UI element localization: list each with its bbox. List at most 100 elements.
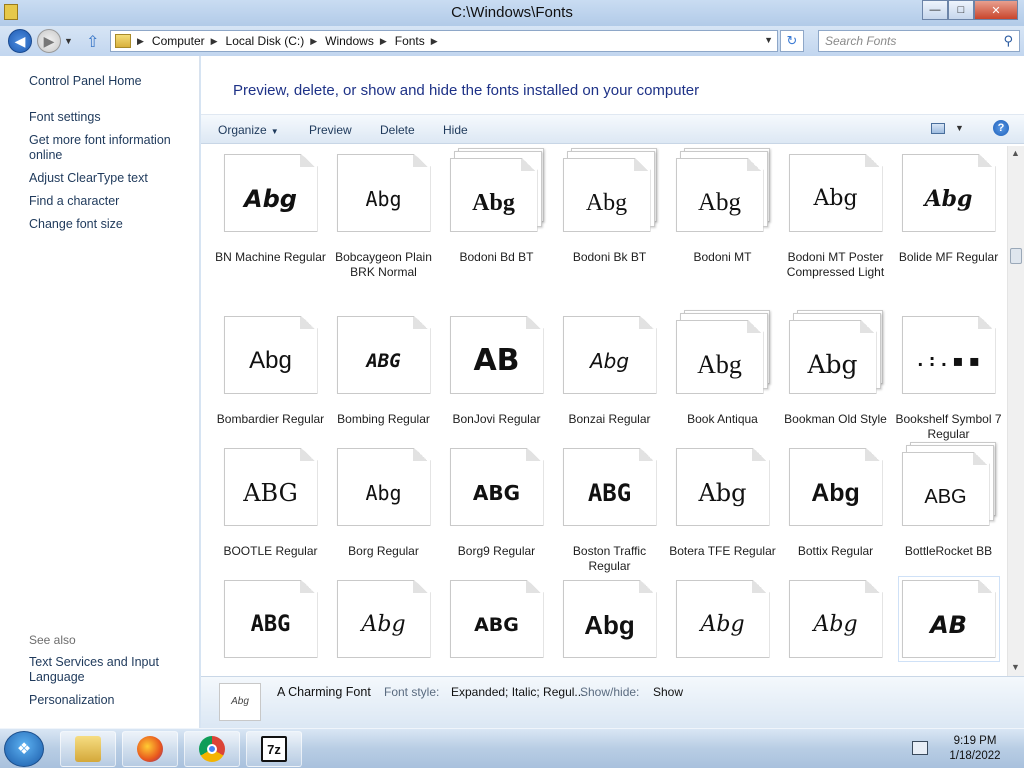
font-name-label: Bobcaygeon Plain BRK Normal bbox=[335, 250, 432, 279]
forward-button[interactable]: ▶ bbox=[37, 29, 61, 53]
font-tile[interactable]: Abg Book Antiqua bbox=[666, 310, 779, 427]
change-view-icon[interactable] bbox=[931, 123, 945, 134]
control-panel-home-link[interactable]: Control Panel Home bbox=[29, 74, 189, 89]
font-tile[interactable]: AbgBrandish bbox=[553, 580, 666, 676]
show-hide-label: Show/hide: bbox=[580, 685, 640, 699]
font-page-icon: Abg bbox=[336, 580, 431, 658]
font-page-icon: Abg bbox=[675, 580, 770, 658]
font-sample-text: Abg bbox=[584, 610, 635, 640]
font-tile[interactable]: AB BonJovi Regular bbox=[440, 316, 553, 427]
breadcrumb-separator[interactable]: ▶ bbox=[380, 36, 387, 47]
scroll-up-arrow[interactable]: ▲ bbox=[1011, 148, 1020, 158]
font-name-label: Book Antiqua bbox=[687, 412, 758, 426]
font-tile[interactable]: Abg Bonzai Regular bbox=[553, 316, 666, 427]
organize-button[interactable]: Organize ▼ bbox=[218, 123, 279, 137]
breadcrumb-separator[interactable]: ▶ bbox=[431, 36, 438, 47]
taskbar-7zip[interactable]: 7z bbox=[246, 731, 302, 767]
vertical-scrollbar[interactable]: ▲ ▼ bbox=[1007, 146, 1024, 676]
close-button[interactable]: ✕ bbox=[974, 0, 1018, 20]
font-tile[interactable]: . : . ▪ ▪ Bookshelf Symbol 7 Regular bbox=[892, 316, 1005, 442]
help-icon[interactable]: ? bbox=[993, 120, 1009, 136]
breadcrumb-computer[interactable]: Computer bbox=[152, 34, 205, 48]
font-tile[interactable]: ABGBOXING Regul... bbox=[214, 580, 327, 676]
font-name-label: Bolide MF Regular bbox=[898, 250, 999, 264]
maximize-button[interactable]: □ bbox=[948, 0, 974, 20]
font-tile[interactable]: ABBrawl Regul... bbox=[892, 576, 1005, 676]
font-tile[interactable]: Abg Bodoni MT Poster Compressed Light bbox=[779, 154, 892, 280]
breadcrumb-separator[interactable]: ▶ bbox=[137, 36, 144, 47]
breadcrumb-local-disk[interactable]: Local Disk (C:) bbox=[226, 34, 305, 48]
personalization-link[interactable]: Personalization bbox=[29, 693, 189, 708]
font-tile[interactable]: ABG Bombing Regular bbox=[327, 316, 440, 427]
breadcrumb-separator[interactable]: ▶ bbox=[310, 36, 317, 47]
recent-pages-dropdown[interactable]: ▼ bbox=[64, 36, 73, 46]
font-tile[interactable]: Abg Borg Regular bbox=[327, 448, 440, 559]
up-arrow-icon[interactable]: ⇧ bbox=[86, 32, 99, 52]
start-button[interactable]: ❖ bbox=[4, 731, 44, 767]
breadcrumb[interactable]: ▶ Computer ▶ Local Disk (C:) ▶ Windows ▶… bbox=[110, 30, 778, 52]
font-tile[interactable]: Abg Bodoni Bk BT bbox=[553, 148, 666, 265]
scroll-down-arrow[interactable]: ▼ bbox=[1011, 662, 1020, 672]
font-sample-text: Abg bbox=[813, 612, 858, 637]
scroll-thumb[interactable] bbox=[1010, 248, 1022, 264]
font-sample-text: ABG bbox=[474, 614, 519, 636]
address-dropdown[interactable]: ▼ bbox=[764, 35, 773, 45]
breadcrumb-fonts[interactable]: Fonts bbox=[395, 34, 425, 48]
font-tile[interactable]: ABG Boston Traffic Regular bbox=[553, 448, 666, 574]
back-button[interactable]: ◀ bbox=[8, 29, 32, 53]
taskbar-firefox[interactable] bbox=[122, 731, 178, 767]
font-tile[interactable]: AbgBradley Hand ITC bbox=[327, 580, 440, 676]
font-tile[interactable]: ABGBrady Bunch bbox=[440, 580, 553, 676]
hide-button[interactable]: Hide bbox=[443, 123, 468, 137]
font-tile[interactable]: ABG BottleRocket BB bbox=[892, 442, 1005, 559]
font-page-icon: Abg bbox=[562, 158, 651, 232]
font-sample-text: AB bbox=[930, 611, 967, 639]
text-services-link[interactable]: Text Services and Input Language bbox=[29, 655, 189, 685]
search-input[interactable]: Search Fonts ⚲ bbox=[818, 30, 1020, 52]
breadcrumb-separator[interactable]: ▶ bbox=[211, 36, 218, 47]
font-file-icon: ABG bbox=[336, 316, 431, 394]
font-page-icon: Abg bbox=[675, 320, 764, 394]
font-tile[interactable]: Abg Bobcaygeon Plain BRK Normal bbox=[327, 154, 440, 280]
system-clock[interactable]: 9:19 PM 1/18/2022 bbox=[940, 734, 1010, 764]
font-tile[interactable]: AbgBrassball Ne... bbox=[779, 580, 892, 676]
font-tile[interactable]: Abg Bookman Old Style bbox=[779, 310, 892, 427]
taskbar-chrome[interactable] bbox=[184, 731, 240, 767]
font-name-label: Bodoni MT Poster Compressed Light bbox=[786, 250, 885, 279]
font-file-icon: Abg bbox=[336, 154, 431, 232]
font-tile[interactable]: Abg Bolide MF Regular bbox=[892, 154, 1005, 265]
refresh-button[interactable]: ↻ bbox=[780, 30, 804, 52]
window-controls: — □ ✕ bbox=[922, 0, 1018, 20]
taskbar-file-explorer[interactable] bbox=[60, 731, 116, 767]
font-tile[interactable]: AbgBrassball Fat bbox=[666, 580, 779, 676]
show-hide-value: Show bbox=[653, 685, 684, 699]
font-tile[interactable]: Abg Bodoni MT bbox=[666, 148, 779, 265]
font-file-icon: Abg bbox=[788, 310, 883, 394]
breadcrumb-windows[interactable]: Windows bbox=[325, 34, 374, 48]
preview-button[interactable]: Preview bbox=[309, 123, 352, 137]
font-tile[interactable]: Abg Bodoni Bd BT bbox=[440, 148, 553, 265]
font-sample-text: . : . ▪ ▪ bbox=[917, 351, 980, 370]
font-tile[interactable]: Abg BN Machine Regular bbox=[214, 154, 327, 265]
font-settings-link[interactable]: Font settings bbox=[29, 110, 189, 125]
find-character-link[interactable]: Find a character bbox=[29, 194, 189, 209]
font-file-icon: Abg bbox=[562, 316, 657, 394]
font-tile[interactable]: Abg Bombardier Regular bbox=[214, 316, 327, 427]
font-info-online-link[interactable]: Get more font information online bbox=[29, 133, 189, 163]
font-sample-text: Abg bbox=[697, 350, 742, 379]
font-tile[interactable]: ABG BOOTLE Regular bbox=[214, 448, 327, 559]
font-tile[interactable]: ABG Borg9 Regular bbox=[440, 448, 553, 559]
search-icon[interactable]: ⚲ bbox=[1003, 33, 1013, 49]
font-style-label: Font style: bbox=[384, 685, 440, 699]
delete-button[interactable]: Delete bbox=[380, 123, 415, 137]
font-file-icon: ABG bbox=[223, 580, 318, 658]
view-options-dropdown[interactable]: ▼ bbox=[955, 123, 964, 133]
change-font-size-link[interactable]: Change font size bbox=[29, 217, 189, 232]
action-center-icon[interactable] bbox=[912, 741, 928, 755]
font-tile[interactable]: Abg Botera TFE Regular bbox=[666, 448, 779, 559]
organize-label: Organize bbox=[218, 123, 267, 137]
minimize-button[interactable]: — bbox=[922, 0, 948, 20]
font-tile[interactable]: Abg Bottix Regular bbox=[779, 448, 892, 559]
font-page-icon: AB bbox=[901, 580, 996, 658]
cleartype-link[interactable]: Adjust ClearType text bbox=[29, 171, 189, 186]
